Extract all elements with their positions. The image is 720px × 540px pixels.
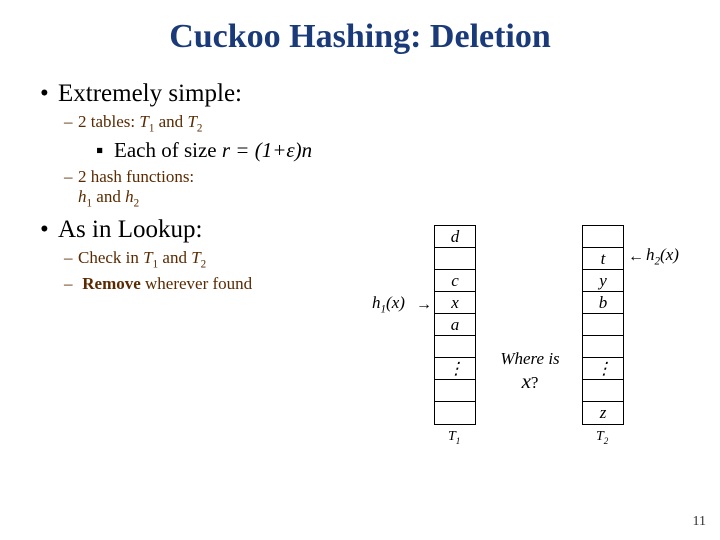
var-x: x [522,369,531,393]
paren-x: (x) [660,245,679,264]
dash-icon: – [64,167,78,187]
table-cell: c [435,270,475,292]
bullet-text: Extremely simple: [58,80,242,107]
text: Check in [78,248,143,267]
bullet-hash-functions: –2 hash functions: h1 and h2 [64,167,680,209]
sub-2: 2 [201,258,207,270]
table-cell [435,402,475,424]
sub-2: 2 [197,122,203,134]
table-cell [583,336,623,358]
page-number: 11 [693,514,706,530]
bullet-each-size: ▪Each of size r = (1+ε)n [96,138,680,163]
table-cell: a [435,314,475,336]
dash-icon: – [64,248,78,268]
where-is-x: Where is x? [488,349,572,394]
var-h1: h [78,187,87,206]
text-remove: Remove [82,274,141,293]
bullet-dot-icon: • [40,80,58,108]
arrow-right-icon: → [416,297,432,313]
var-T: T [596,429,604,444]
bullet-two-tables: –2 tables: T1 and T2 [64,112,680,134]
h2x-label: h2(x) [646,245,679,267]
var-T1: T [143,248,152,267]
table-cell [583,226,623,248]
where-line1: Where is [500,349,559,368]
var-h2: h [125,187,134,206]
table-cell [583,380,623,402]
table-cell: t [583,248,623,270]
square-bullet-icon: ▪ [96,138,114,163]
var-T2: T [191,248,200,267]
bullet-extremely-simple: •Extremely simple: [40,80,680,108]
var-T: T [448,429,456,444]
diagram: h1(x) → dcxa⋮ T1 tyb⋮z T2 ← h2(x) Where … [372,225,702,485]
sub-2: 2 [134,198,140,210]
text: 2 tables: [78,112,139,131]
spacer [64,187,78,207]
paren-x: (x) [386,293,405,312]
sub-1: 1 [456,436,461,446]
text: and [154,112,187,131]
table-cell: d [435,226,475,248]
table-cell: ⋮ [583,358,623,380]
text: Each of size [114,138,222,162]
h1x-label: h1(x) [372,293,405,315]
sub-2: 2 [604,436,609,446]
table-cell: b [583,292,623,314]
table-t2-label: T2 [596,429,608,446]
arrow-left-icon: ← [628,249,644,265]
table-cell [435,248,475,270]
bullet-text: As in Lookup: [58,216,202,243]
table-cell [435,380,475,402]
text: wherever found [141,274,252,293]
var-T2: T [187,112,196,131]
table-t2: tyb ⋮ z [582,225,624,425]
dash-icon: – [64,112,78,132]
slide-title: Cuckoo Hashing: Deletion [40,18,680,56]
table-t1-label: T1 [448,429,460,446]
table-cell: y [583,270,623,292]
bullet-dot-icon: • [40,216,58,244]
table-cell: x [435,292,475,314]
expr-r: r = (1+ε)n [222,138,312,162]
table-t1: dcxa ⋮ [434,225,476,425]
var-h: h [646,245,655,264]
var-T1: T [139,112,148,131]
table-cell: z [583,402,623,424]
var-h: h [372,293,381,312]
table-cell: ⋮ [435,358,475,380]
table-cell [435,336,475,358]
text: 2 hash functions: [78,167,194,186]
text: and [92,187,125,206]
table-cell [583,314,623,336]
dash-icon: – [64,274,78,294]
text: and [158,248,191,267]
qmark: ? [531,373,539,392]
